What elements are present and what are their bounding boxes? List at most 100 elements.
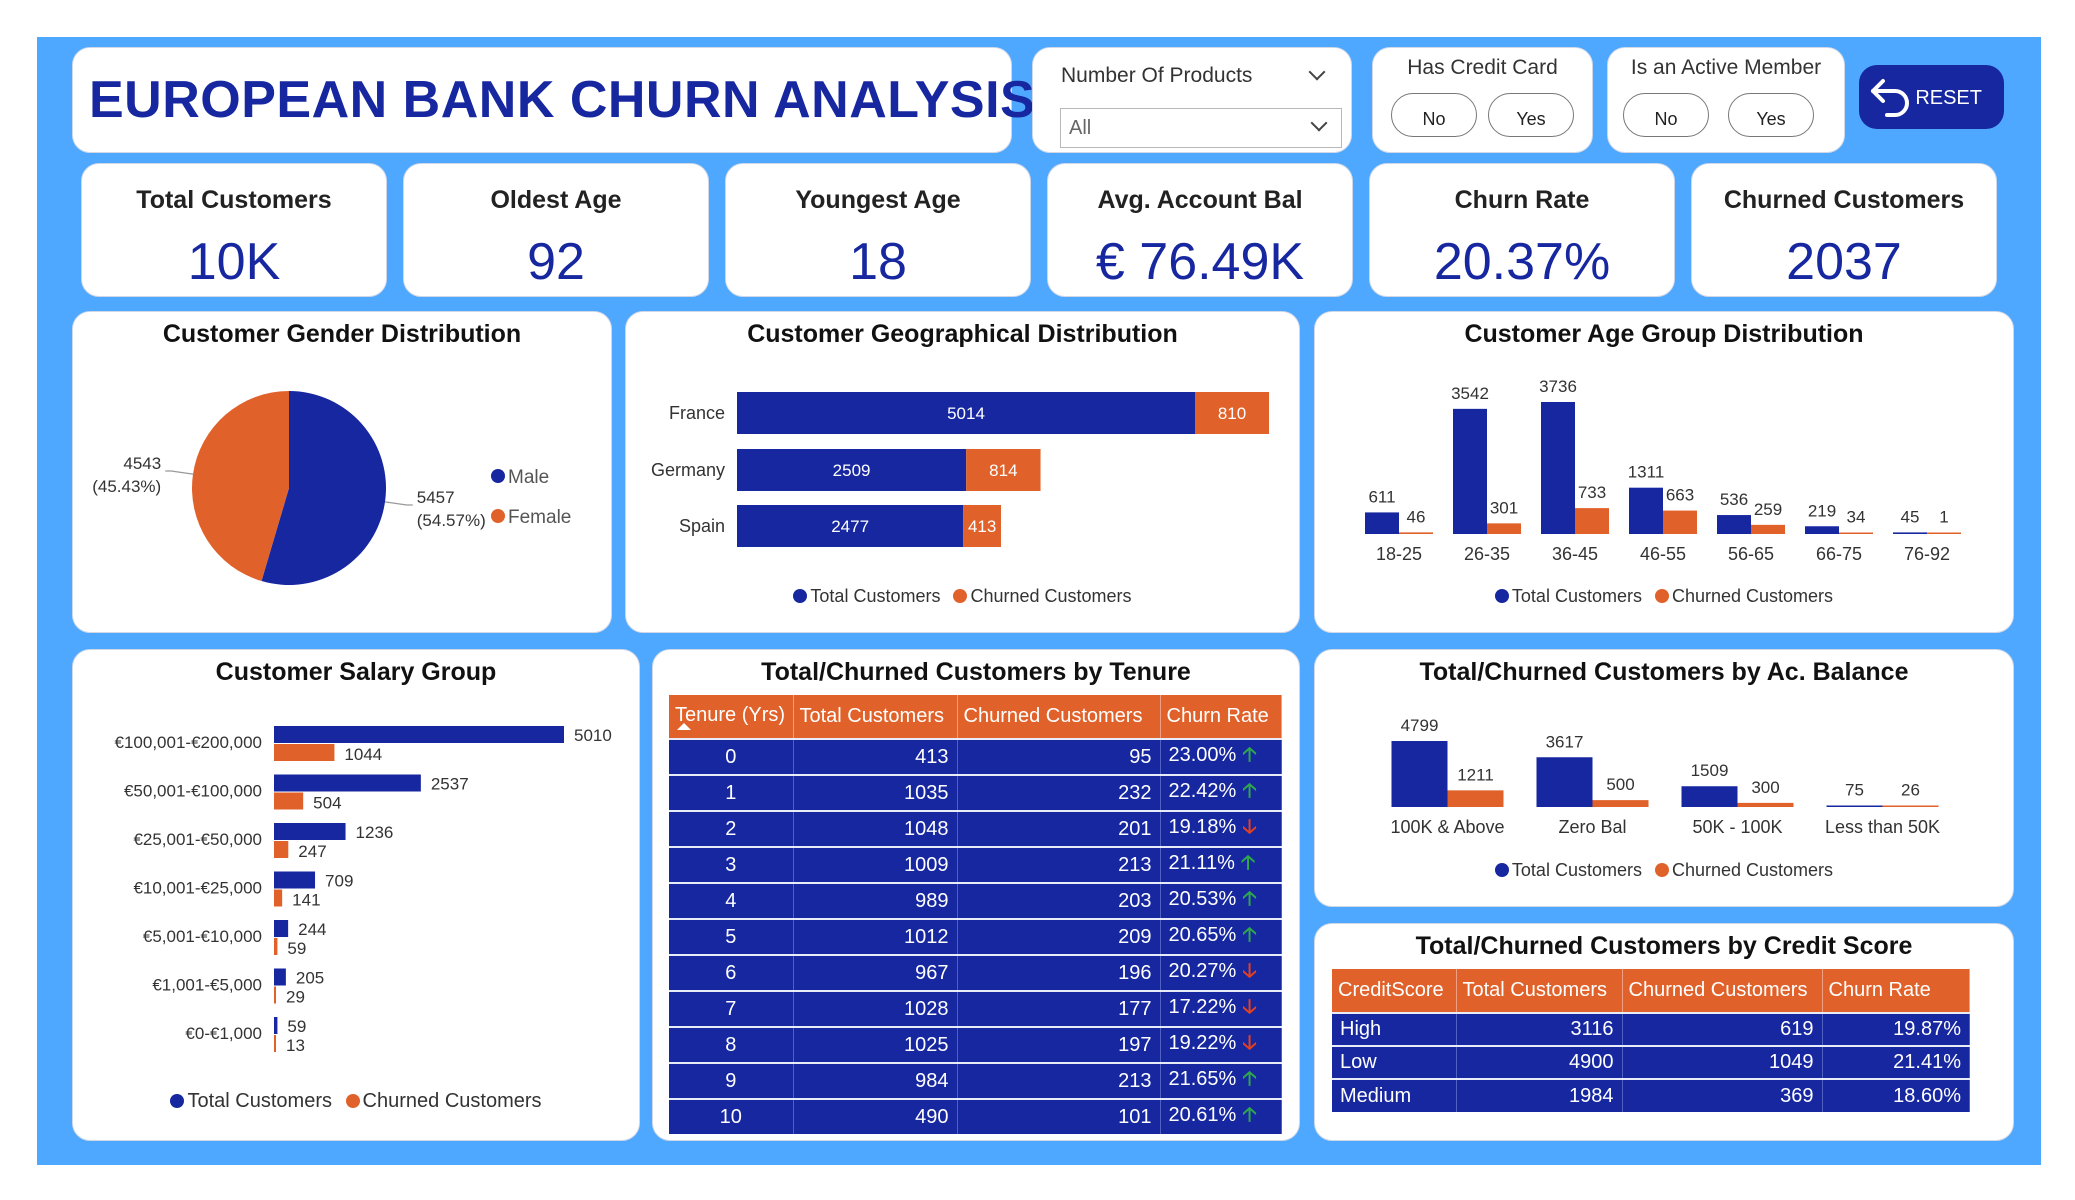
legend-item-female[interactable]: Female bbox=[491, 498, 571, 538]
table-row[interactable]: 10 490 101 20.61% 🡡 bbox=[669, 1098, 1282, 1134]
table-row[interactable]: 7 1028 177 17.22% 🡣 bbox=[669, 990, 1282, 1027]
column-header[interactable]: Churned Customers bbox=[1622, 969, 1823, 1013]
column-header[interactable]: Tenure (Yrs) bbox=[669, 695, 794, 739]
legend-item-churned[interactable]: Churned Customers bbox=[345, 1090, 542, 1112]
kpi-title: Avg. Account Bal bbox=[1097, 186, 1303, 214]
data-label: 59 bbox=[287, 939, 306, 958]
table-row[interactable]: 8 1025 197 19.22% 🡣 bbox=[669, 1026, 1282, 1063]
legend-item-total[interactable]: Total Customers bbox=[793, 586, 940, 606]
column-header[interactable]: Churn Rate bbox=[1160, 695, 1282, 739]
bar-total bbox=[1391, 741, 1448, 807]
credit-card-slicer-title: Has Credit Card bbox=[1407, 56, 1558, 79]
table-cell: 101 bbox=[957, 1098, 1161, 1134]
column-header-label: Tenure (Yrs) bbox=[675, 703, 786, 726]
legend-item-male[interactable]: Male bbox=[491, 458, 571, 498]
table-cell: 1028 bbox=[793, 990, 958, 1027]
bar-total bbox=[1826, 805, 1883, 807]
products-dropdown[interactable]: All bbox=[1060, 108, 1342, 148]
table-cell: High bbox=[1332, 1012, 1457, 1046]
gender-chart-card: Customer Gender Distribution 5457 (54.57%… bbox=[72, 311, 612, 633]
table-cell: 7 bbox=[669, 990, 794, 1027]
kpi-title: Oldest Age bbox=[490, 186, 622, 214]
data-label: 13 bbox=[286, 1036, 305, 1055]
bar-churned bbox=[274, 1035, 276, 1052]
legend-label-total: Total Customers bbox=[1511, 860, 1642, 880]
active-member-yes-button[interactable]: Yes bbox=[1728, 93, 1814, 137]
column-header[interactable]: Total Customers bbox=[1456, 969, 1623, 1013]
table-cell: 3116 bbox=[1456, 1012, 1623, 1046]
bar-total bbox=[274, 726, 564, 743]
legend-item-total[interactable]: Total Customers bbox=[1494, 860, 1642, 880]
table-cell: 95 bbox=[957, 738, 1161, 775]
table-row[interactable]: High 3116 619 19.87% bbox=[1332, 1012, 1970, 1046]
table-cell: 1012 bbox=[793, 918, 958, 955]
table-row[interactable]: 1 1035 232 22.42% 🡡 bbox=[669, 774, 1282, 811]
age-legend: Total Customers Churned Customers bbox=[1315, 586, 2013, 607]
active-member-no-button[interactable]: No bbox=[1623, 93, 1709, 137]
table-row[interactable]: 9 984 213 21.65% 🡡 bbox=[669, 1062, 1282, 1099]
column-header[interactable]: Total Customers bbox=[793, 695, 958, 739]
table-cell: 196 bbox=[957, 954, 1161, 991]
column-header[interactable]: Churn Rate bbox=[1822, 969, 1970, 1013]
bar-total bbox=[274, 1017, 278, 1034]
credit-table-header: CreditScore Total Customers Churned Cust… bbox=[1332, 969, 1970, 1013]
table-cell: 177 bbox=[957, 990, 1161, 1027]
data-label: 1509 bbox=[1691, 761, 1729, 780]
salary-chart-card: Customer Salary Group €100,001-€200,000 5… bbox=[72, 649, 640, 1141]
arrow-up-icon: 🡡 bbox=[1242, 1068, 1257, 1090]
bar-total bbox=[1893, 532, 1927, 534]
reset-button[interactable]: RESET bbox=[1859, 65, 2004, 129]
table-row[interactable]: 5 1012 209 20.65% 🡡 bbox=[669, 918, 1282, 955]
churn-rate-value: 17.22% bbox=[1168, 996, 1237, 1018]
churn-rate-value: 20.27% bbox=[1168, 960, 1237, 982]
pie-data-label: 5457 bbox=[417, 488, 455, 507]
data-label: 1311 bbox=[1628, 463, 1665, 482]
table-cell: 21.65% 🡡 bbox=[1160, 1062, 1282, 1099]
table-row[interactable]: 2 1048 201 19.18% 🡣 bbox=[669, 810, 1282, 847]
table-row[interactable]: 3 1009 213 21.11% 🡡 bbox=[669, 846, 1282, 883]
category-label: 100K & Above bbox=[1390, 817, 1504, 837]
gender-legend: Male Female bbox=[491, 458, 571, 538]
bar-total bbox=[1717, 515, 1751, 534]
data-label: 45 bbox=[1901, 507, 1920, 526]
table-row[interactable]: 0 413 95 23.00% 🡡 bbox=[669, 738, 1282, 775]
table-row[interactable]: Low 4900 1049 21.41% bbox=[1332, 1045, 1970, 1079]
table-row[interactable]: 4 989 203 20.53% 🡡 bbox=[669, 882, 1282, 919]
data-label: 814 bbox=[989, 461, 1017, 480]
category-label: 76-92 bbox=[1904, 544, 1950, 564]
table-cell: 22.42% 🡡 bbox=[1160, 774, 1282, 811]
arrow-up-icon: 🡡 bbox=[1242, 1104, 1257, 1126]
legend-item-total[interactable]: Total Customers bbox=[1494, 586, 1642, 606]
table-cell: 1048 bbox=[793, 810, 958, 847]
data-label: 709 bbox=[325, 872, 353, 891]
table-row[interactable]: Medium 1984 369 18.60% bbox=[1332, 1078, 1970, 1112]
table-cell: 19.87% bbox=[1822, 1012, 1970, 1046]
data-label: 4799 bbox=[1401, 716, 1439, 735]
credit-card-no-button[interactable]: No bbox=[1391, 93, 1477, 137]
data-label: 536 bbox=[1720, 490, 1748, 509]
credit-card-yes-button[interactable]: Yes bbox=[1488, 93, 1574, 137]
column-header[interactable]: Churned Customers bbox=[957, 695, 1161, 739]
column-header-label: CreditScore bbox=[1338, 979, 1444, 1001]
legend-item-churned[interactable]: Churned Customers bbox=[1654, 586, 1833, 606]
table-cell: 1 bbox=[669, 774, 794, 811]
category-label: 50K - 100K bbox=[1692, 817, 1782, 837]
data-label: 2477 bbox=[831, 517, 869, 536]
table-row[interactable]: 6 967 196 20.27% 🡣 bbox=[669, 954, 1282, 991]
churn-rate-value: 20.65% bbox=[1168, 924, 1237, 946]
data-label: 26 bbox=[1901, 781, 1920, 800]
legend-item-churned[interactable]: Churned Customers bbox=[953, 586, 1132, 606]
kpi-title: Churned Customers bbox=[1723, 186, 1965, 214]
table-cell: 4900 bbox=[1456, 1045, 1623, 1079]
table-cell: 1049 bbox=[1622, 1045, 1823, 1079]
kpi-card: Churned Customers 2037 bbox=[1691, 163, 1997, 297]
column-header[interactable]: CreditScore bbox=[1332, 969, 1457, 1013]
legend-item-churned[interactable]: Churned Customers bbox=[1654, 860, 1833, 880]
pie-data-label: (45.43%) bbox=[92, 477, 161, 496]
chevron-down-icon bbox=[1310, 114, 1328, 132]
table-cell: 3 bbox=[669, 846, 794, 883]
legend-item-total[interactable]: Total Customers bbox=[170, 1090, 332, 1112]
products-slicer: Number Of Products All bbox=[1032, 47, 1352, 153]
churn-rate-value: 19.18% bbox=[1168, 816, 1237, 838]
chevron-down-icon[interactable] bbox=[1308, 63, 1326, 81]
